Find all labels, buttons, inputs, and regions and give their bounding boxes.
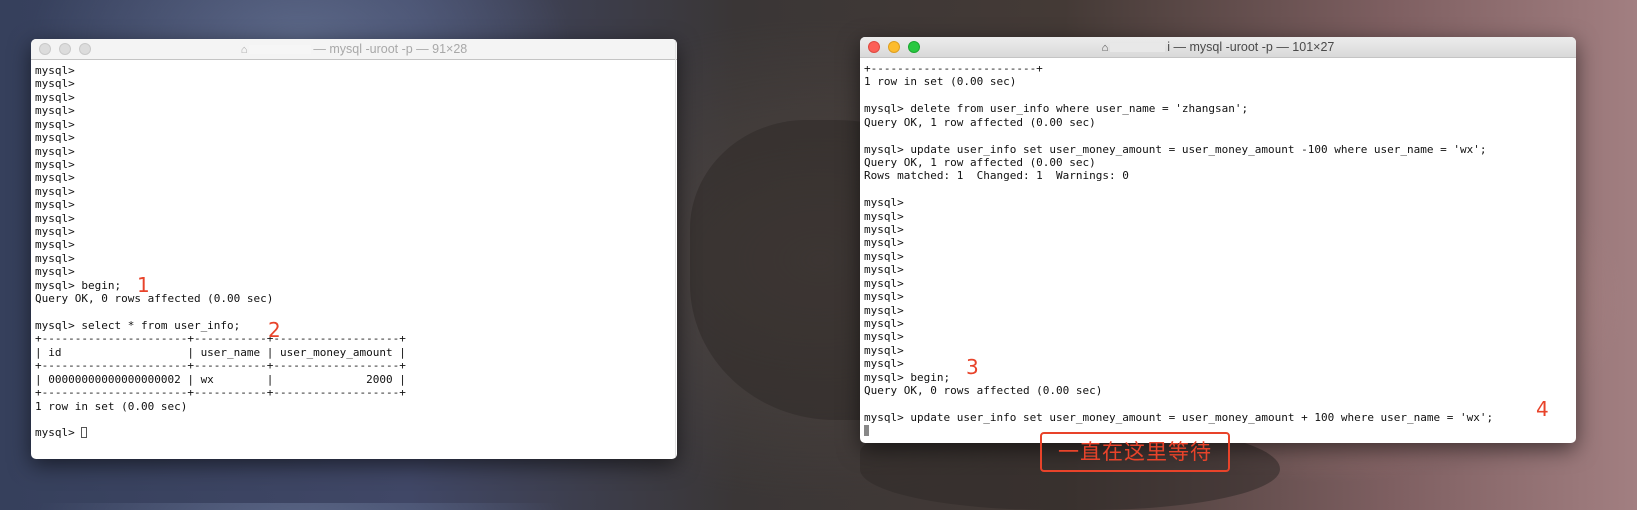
terminal-line: mysql> [35, 184, 75, 198]
terminal-line: mysql> update user_info set user_money_a… [864, 410, 1494, 424]
terminal-line: mysql> [864, 223, 904, 237]
titlebar[interactable]: ⌂ — mysql -uroot -p — 91×28 [31, 39, 677, 60]
terminal-line: mysql> [35, 77, 75, 91]
terminal-window-left[interactable]: ⌂ — mysql -uroot -p — 91×28 mysql> mysql> m… [31, 39, 677, 459]
terminal-line: | 00000000000000000002 | wx | 2000 | [35, 372, 406, 386]
terminal-line: mysql> [35, 265, 75, 279]
terminal-line: Query OK, 1 row affected (0.00 sec) [864, 115, 1096, 129]
terminal-line: mysql> select * from user_info; [35, 319, 241, 333]
terminal-line: mysql> [35, 225, 75, 239]
terminal-window-right[interactable]: ⌂ i — mysql -uroot -p — 101×27 +---------… [860, 37, 1576, 443]
text-cursor [864, 425, 869, 437]
window-title-text: i — mysql -uroot -p — 101×27 [1167, 40, 1335, 54]
terminal-line: +----------------------+-----------+----… [35, 359, 406, 373]
terminal-line: 1 row in set (0.00 sec) [864, 75, 1017, 89]
annotation-step-2: 2 [268, 318, 281, 342]
terminal-line: mysql> [864, 276, 904, 290]
prompt-line[interactable]: mysql> [35, 426, 677, 439]
terminal-line: mysql> update user_info set user_money_a… [864, 142, 1487, 156]
waiting-note: 一直在这里等待 [1040, 432, 1230, 472]
terminal-line: mysql> [864, 330, 904, 344]
terminal-output[interactable]: +-------------------------+ 1 row in set … [860, 58, 1576, 438]
terminal-line: 1 row in set (0.00 sec) [35, 399, 188, 413]
terminal-line: mysql> [864, 249, 904, 263]
terminal-line: Rows matched: 1 Changed: 1 Warnings: 0 [864, 169, 1129, 183]
scroll-indicator [675, 39, 676, 459]
terminal-line: mysql> [864, 303, 904, 317]
terminal-output[interactable]: mysql> mysql> mysql> mysql> mysql> mysql> mysq… [31, 60, 677, 440]
home-folder-icon: ⌂ [1101, 42, 1109, 54]
prompt-text: mysql> [35, 426, 82, 440]
annotation-step-4: 4 [1536, 397, 1549, 421]
terminal-line: mysql> [864, 290, 904, 304]
terminal-line: mysql> [35, 131, 75, 145]
text-cursor [81, 427, 88, 439]
window-title: ⌂ i — mysql -uroot -p — 101×27 [860, 40, 1576, 54]
terminal-line: mysql> [35, 157, 75, 171]
terminal-line: mysql> begin; [35, 278, 122, 292]
redacted-username [249, 45, 312, 55]
terminal-line: mysql> [35, 198, 75, 212]
terminal-line: mysql> [35, 64, 75, 77]
terminal-line: mysql> [35, 90, 75, 104]
terminal-line: mysql> [864, 317, 904, 331]
terminal-line: Query OK, 0 rows affected (0.00 sec) [864, 384, 1103, 398]
redacted-username [1110, 43, 1166, 53]
terminal-line: mysql> [35, 117, 75, 131]
terminal-line: +----------------------+-----------+----… [35, 386, 406, 400]
terminal-line: mysql> [35, 238, 75, 252]
terminal-line: | id | user_name | user_money_amount | [35, 345, 406, 359]
titlebar[interactable]: ⌂ i — mysql -uroot -p — 101×27 [860, 37, 1576, 58]
terminal-line: mysql> [35, 211, 75, 225]
terminal-line: mysql> [864, 209, 904, 223]
terminal-line: Query OK, 1 row affected (0.00 sec) [864, 155, 1096, 169]
home-folder-icon: ⌂ [240, 44, 248, 56]
terminal-line: mysql> [864, 263, 904, 277]
terminal-line: mysql> [864, 196, 904, 210]
window-title-text: — mysql -uroot -p — 91×28 [313, 42, 468, 56]
terminal-line: mysql> [35, 144, 75, 158]
annotation-step-3: 3 [966, 355, 979, 379]
terminal-line: mysql> [864, 236, 904, 250]
terminal-line: +----------------------+-----------+----… [35, 332, 406, 346]
window-title: ⌂ — mysql -uroot -p — 91×28 [31, 42, 677, 56]
annotation-step-1: 1 [137, 273, 150, 297]
terminal-line: mysql> [35, 251, 75, 265]
terminal-line: mysql> [35, 171, 75, 185]
terminal-line: Query OK, 0 rows affected (0.00 sec) [35, 292, 274, 306]
terminal-line: +-------------------------+ [864, 62, 1043, 75]
terminal-line: mysql> [35, 104, 75, 118]
terminal-line: mysql> delete from user_info where user_… [864, 102, 1249, 116]
